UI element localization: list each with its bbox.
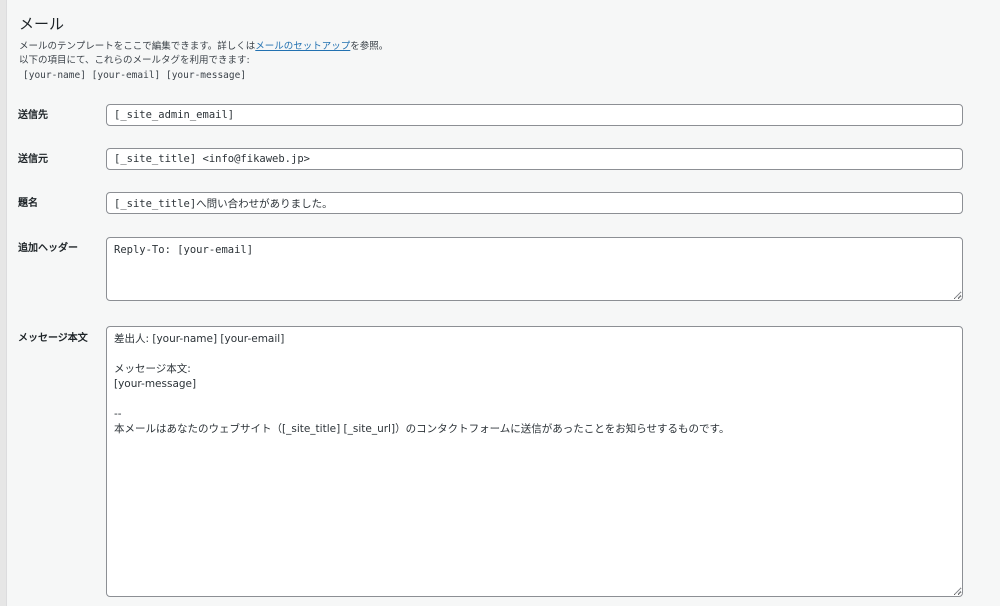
from-label: 送信元 <box>18 154 48 165</box>
mail-tags-list: [your-name] [your-email] [your-message] <box>23 70 247 81</box>
subject-field[interactable] <box>106 192 963 214</box>
to-label: 送信先 <box>18 110 48 121</box>
description-suffix: を参照。 <box>350 41 389 52</box>
from-field[interactable] <box>106 148 963 170</box>
mail-panel: メール メールのテンプレートをここで編集できます。詳しくはメールのセットアップを… <box>7 0 1000 606</box>
additional-headers-textarea[interactable]: Reply-To: [your-email] <box>106 237 963 301</box>
section-title: メール <box>19 15 65 33</box>
additional-headers-label: 追加ヘッダー <box>18 243 78 254</box>
mail-setup-link[interactable]: メールのセットアップ <box>255 41 350 52</box>
section-description: メールのテンプレートをここで編集できます。詳しくはメールのセットアップを参照。 … <box>19 40 388 68</box>
to-field[interactable] <box>106 104 963 126</box>
message-body-label: メッセージ本文 <box>18 333 88 344</box>
mail-tags-intro: 以下の項目にて、これらのメールタグを利用できます: <box>19 55 250 66</box>
left-edge-strip <box>0 0 7 606</box>
description-prefix: メールのテンプレートをここで編集できます。詳しくは <box>19 41 256 52</box>
message-body-textarea[interactable]: 差出人: [your-name] [your-email] メッセージ本文: [… <box>106 326 963 597</box>
subject-label: 題名 <box>18 198 38 209</box>
